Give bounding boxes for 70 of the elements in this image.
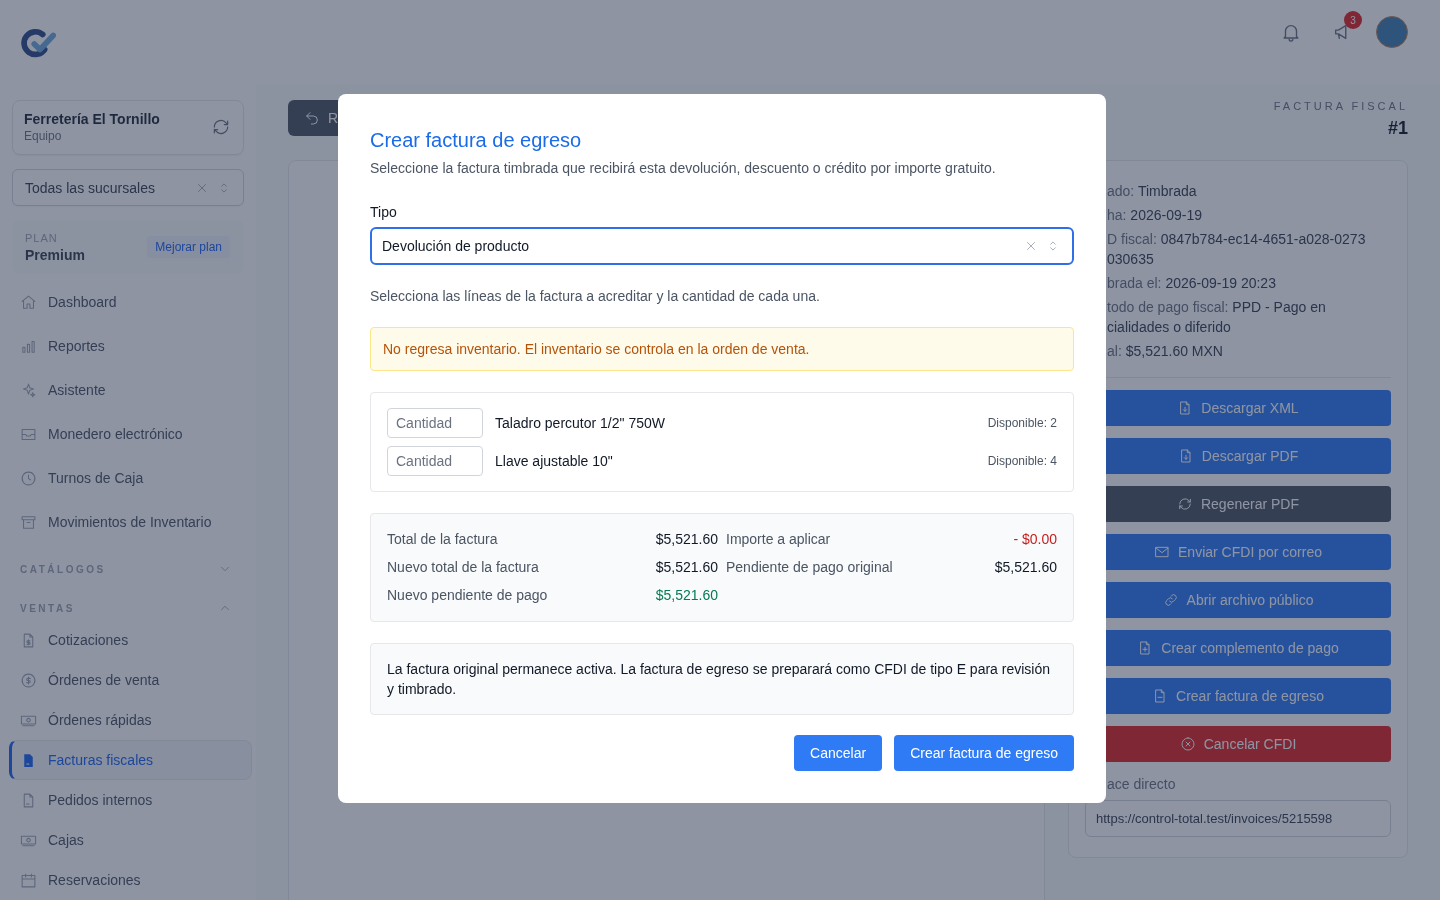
sidebar-item[interactable]: Órdenes rápidas [12, 700, 244, 740]
sidebar-item[interactable]: Dashboard [12, 280, 244, 324]
detail-text: ha: 2026-09-19 [1107, 206, 1203, 225]
dialog-description: Seleccione la factura timbrada que recibirá esta devolución, descuento o crédito por importe gratuito. [370, 159, 997, 178]
company-name: Ferretería El Tornillo [24, 111, 160, 128]
archive-icon [20, 513, 37, 531]
field-label: Tipo [370, 203, 398, 222]
available-quantity: Disponible: 2 [987, 416, 1057, 430]
company-card[interactable]: Ferretería El Tornillo Equipo [12, 100, 244, 155]
branch-select[interactable]: Todas las sucursales [12, 168, 244, 207]
sidebar-item[interactable]: Reportes [12, 324, 244, 368]
dialog-button[interactable]: Crear factura de egreso [894, 735, 1074, 771]
sidebar-item[interactable]: Asistente [12, 368, 244, 412]
plan-name: Premium [25, 246, 85, 263]
company-role: Equipo [24, 129, 63, 144]
undo-icon [304, 110, 320, 126]
quantity-field[interactable]: Cantidad [387, 408, 483, 438]
summary-value: $5,521.60 [655, 559, 718, 575]
summary-label: Nuevo pendiente de pago [387, 587, 548, 603]
page-eyebrow: FACTURA FISCAL [1273, 100, 1408, 112]
instruction-text: Selecciona las líneas de la factura a acreditar y la cantidad de cada una. [370, 287, 821, 306]
sparkle-icon [20, 381, 37, 399]
summary-value: $5,521.60 [655, 531, 718, 547]
summary-label: Total de la factura [387, 531, 498, 547]
sidebar-item[interactable]: Reservaciones [12, 860, 244, 900]
summary-value: $5,521.60 [994, 559, 1057, 575]
detail-text: cialidades o diferido [1107, 318, 1232, 337]
clear-icon[interactable] [1024, 239, 1038, 253]
summary-value: - $0.00 [1013, 531, 1057, 547]
quantity-field[interactable]: Cantidad [387, 446, 483, 476]
detail-text: al: $5,521.60 MXN [1107, 342, 1224, 361]
clock-icon [20, 469, 37, 487]
dollar-icon [20, 671, 37, 689]
summary-value: $5,521.60 [655, 587, 718, 603]
link-icon [1162, 592, 1179, 608]
summary-label: Importe a aplicar [726, 531, 831, 547]
user-avatar[interactable] [1376, 16, 1408, 48]
notification-badge: 3 [1344, 11, 1362, 29]
sidebar-item[interactable]: Monedero electrónico [12, 412, 244, 456]
sidebar-item[interactable]: Órdenes de venta [12, 660, 244, 700]
sidebar-item[interactable]: Pedidos internos [12, 780, 244, 820]
dialog-title: Crear factura de egreso [370, 128, 583, 153]
detail-text: ado: Timbrada [1107, 182, 1198, 201]
summary-label: Pendiente de pago original [726, 559, 893, 575]
home-icon [20, 293, 37, 311]
calendar-icon [20, 871, 37, 889]
upgrade-plan-link[interactable]: Mejorar plan [147, 236, 230, 259]
product-name: Taladro percutor 1/2" 750W [495, 415, 666, 431]
envelope-icon [1154, 544, 1171, 560]
detail-text: D fiscal: 0847b784-ec14-4651-a028-0273 [1107, 230, 1367, 249]
dialog-button[interactable]: Cancelar [794, 735, 883, 771]
sidebar-item[interactable]: Cajas [12, 820, 244, 860]
available-quantity: Disponible: 4 [987, 454, 1057, 468]
info-note: La factura original permanece activa. La factura de egreso se preparará como CFDI de tipo E para revisión y timbrado. [370, 643, 1074, 715]
summary-label: Nuevo total de la factura [387, 559, 539, 575]
warning-alert: No regresa inventario. El inventario se controla en la orden de venta. [370, 327, 1074, 371]
app-logo[interactable] [20, 26, 58, 60]
sidebar-item[interactable]: Facturas fiscales [9, 740, 252, 780]
type-select[interactable]: Devolución de producto [370, 227, 1074, 265]
sidebar-item[interactable]: Cotizaciones [12, 620, 244, 660]
detail-text: brada el: 2026-09-19 20:23 [1107, 274, 1277, 293]
invoice-number: #1 [1386, 118, 1408, 139]
detail-text: 030635 [1107, 250, 1155, 269]
product-name: Llave ajustable 10" [495, 453, 614, 469]
detail-text: todo de pago fiscal: PPD - Pago en [1107, 298, 1327, 317]
sidebar-item[interactable]: Turnos de Caja [12, 456, 244, 500]
sidebar-item[interactable]: Movimientos de Inventario [12, 500, 244, 544]
refresh-icon [1176, 496, 1193, 512]
link-field[interactable]: https://control-total.test/invoices/5215598 [1085, 800, 1391, 837]
field-label: ace directo [1106, 775, 1177, 794]
